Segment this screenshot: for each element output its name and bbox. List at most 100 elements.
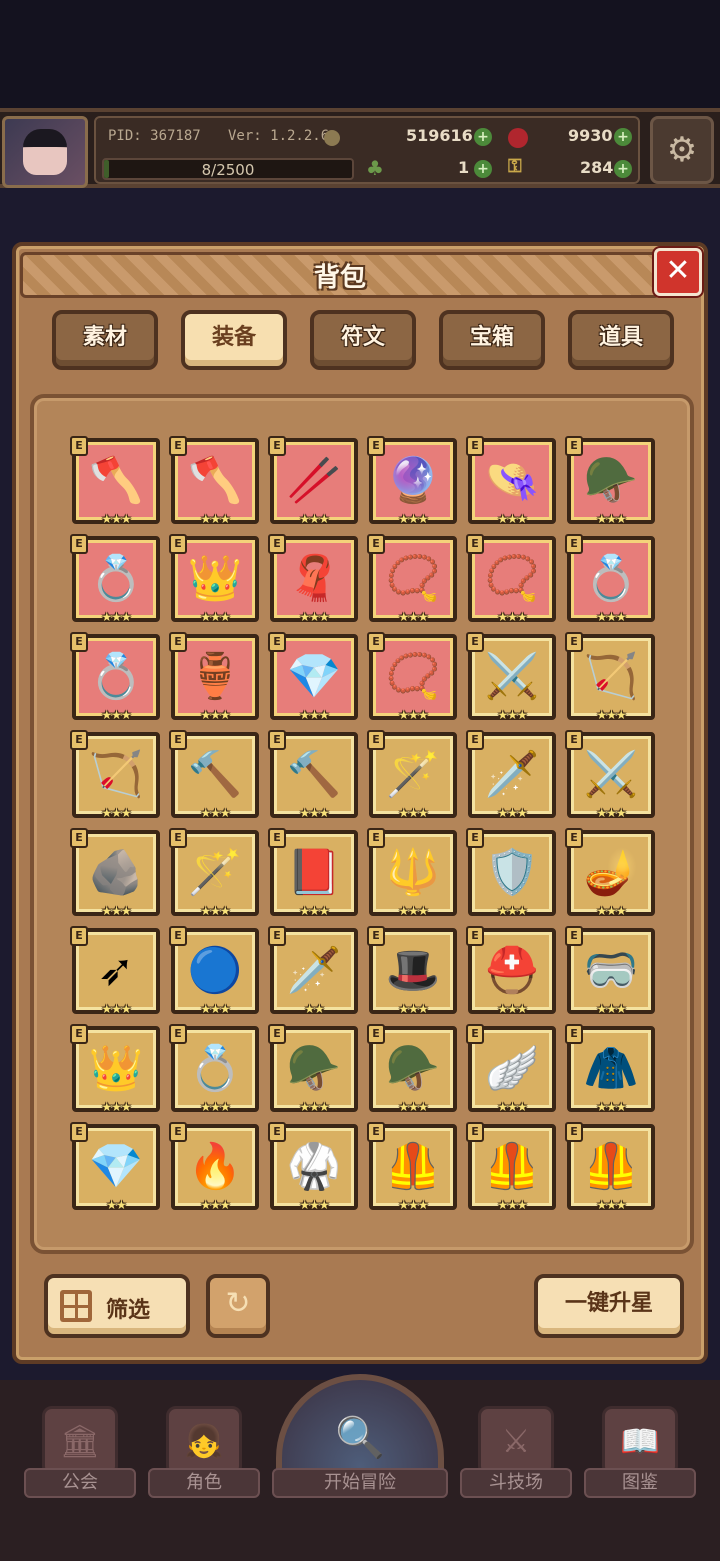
inventory-slot[interactable]: E 🪖 ★★★ — [268, 1024, 358, 1114]
inventory-slot[interactable]: E ➶ ★★★ — [70, 926, 160, 1016]
add-gold-icon[interactable]: + — [474, 128, 492, 146]
inventory-slot[interactable]: E 💎 ★★ — [70, 1122, 160, 1212]
one-click-star-up-button[interactable]: 一键升星 — [534, 1274, 684, 1338]
star-rating: ★★★ — [596, 610, 626, 624]
inventory-slot[interactable]: E 🗡️ ★★ — [268, 926, 358, 1016]
inventory-slot[interactable]: E 📿 ★★★ — [367, 632, 457, 722]
inventory-slot[interactable]: E 🔱 ★★★ — [367, 828, 457, 918]
war-hammer-icon: 🔨 — [286, 749, 342, 800]
equipped-badge: E — [565, 730, 583, 750]
star-rating: ★★★ — [299, 1198, 329, 1212]
player-avatar[interactable] — [2, 116, 88, 188]
star-rating: ★★★ — [398, 512, 428, 526]
inventory-slot[interactable]: E 🪖 ★★★ — [565, 436, 655, 526]
inventory-slot[interactable]: E 💎 ★★★ — [268, 632, 358, 722]
inventory-slot[interactable]: E ⚔️ ★★★ — [466, 632, 556, 722]
inventory-slot[interactable]: E 🥽 ★★★ — [565, 926, 655, 1016]
bag-title: 背包 — [313, 262, 366, 293]
bag-tabs: 素材 装备 符文 宝箱 道具 — [52, 310, 676, 372]
inventory-slot[interactable]: E 👑 ★★★ — [169, 534, 259, 624]
star-rating: ★★★ — [200, 806, 230, 820]
inventory-slot[interactable]: E 🔨 ★★★ — [169, 730, 259, 820]
inventory-slot[interactable]: E 🪔 ★★★ — [565, 828, 655, 918]
equipped-badge: E — [169, 828, 187, 848]
inventory-grid: E 🪓 ★★★ E 🪓 ★★★ E 🥢 ★★★ E 🔮 ★★★ E 👒 ★★★ E 🪖 ★★★ E 💍 ★★★ E 👑 ★★★… — [70, 436, 662, 1212]
key-count: 284 — [580, 158, 614, 177]
inventory-slot[interactable]: E 🛡️ ★★★ — [466, 828, 556, 918]
inventory-slot[interactable]: E 🗡️ ★★★ — [466, 730, 556, 820]
star-rating: ★★★ — [101, 904, 131, 918]
inventory-slot[interactable]: E 💍 ★★★ — [565, 534, 655, 624]
inventory-slot[interactable]: E 💍 ★★★ — [70, 534, 160, 624]
inventory-slot[interactable]: E 🧣 ★★★ — [268, 534, 358, 624]
add-gem-icon[interactable]: + — [614, 128, 632, 146]
equipped-badge: E — [268, 730, 286, 750]
double-axe-icon: 🪓 — [88, 455, 144, 506]
inventory-slot[interactable]: E 📕 ★★★ — [268, 828, 358, 918]
refresh-button[interactable]: ↻ — [206, 1274, 270, 1338]
inventory-slot[interactable]: E 🔥 ★★★ — [169, 1122, 259, 1212]
inventory-slot[interactable]: E 💍 ★★★ — [169, 1024, 259, 1114]
inventory-slot[interactable]: E 🪓 ★★★ — [169, 436, 259, 526]
inventory-slot[interactable]: E 💍 ★★★ — [70, 632, 160, 722]
inventory-slot[interactable]: E 🦺 ★★★ — [466, 1122, 556, 1212]
star-rating: ★★★ — [101, 512, 131, 526]
arrow-icon: ➶ — [97, 945, 135, 996]
inventory-slot[interactable]: E 🏹 ★★★ — [70, 730, 160, 820]
tab-runes[interactable]: 符文 — [310, 310, 416, 370]
inventory-slot[interactable]: E ⛑️ ★★★ — [466, 926, 556, 1016]
inventory-slot[interactable]: E 🎩 ★★★ — [367, 926, 457, 1016]
inventory-slot[interactable]: E 🥢 ★★★ — [268, 436, 358, 526]
tab-materials[interactable]: 素材 — [52, 310, 158, 370]
inventory-slot[interactable]: E 🦺 ★★★ — [367, 1122, 457, 1212]
equipped-badge: E — [268, 436, 286, 456]
inventory-slot[interactable]: E 🪓 ★★★ — [70, 436, 160, 526]
bow-icon: 🏹 — [583, 651, 639, 702]
inventory-slot[interactable]: E 🪽 ★★★ — [466, 1024, 556, 1114]
star-rating: ★★★ — [200, 904, 230, 918]
star-rating: ★★★ — [200, 1198, 230, 1212]
gold-robe-icon: 🥋 — [286, 1141, 342, 1192]
inventory-slot[interactable]: E 🏺 ★★★ — [169, 632, 259, 722]
inventory-slot[interactable]: E 🦺 ★★★ — [565, 1122, 655, 1212]
clover-icon: ♣ — [366, 156, 384, 180]
inventory-slot[interactable]: E 🔮 ★★★ — [367, 436, 457, 526]
tab-equipment[interactable]: 装备 — [181, 310, 287, 370]
inventory-slot[interactable]: E 🔵 ★★★ — [169, 926, 259, 1016]
nav-codex[interactable]: 📖 图鉴 — [584, 1386, 696, 1506]
nav-guild[interactable]: 🏛 公会 — [24, 1386, 136, 1506]
inventory-slot[interactable]: E 🪄 ★★★ — [169, 828, 259, 918]
close-button[interactable]: ✕ — [654, 248, 702, 296]
filter-button[interactable]: 筛选 — [44, 1274, 190, 1338]
inventory-slot[interactable]: E 📿 ★★★ — [367, 534, 457, 624]
inventory-slot[interactable]: E 🥋 ★★★ — [268, 1122, 358, 1212]
player-info-panel: PID: 367187 Ver: 1.2.2.6 519616 + 9930 +… — [94, 116, 640, 184]
nav-start-adventure[interactable]: 🔍 开始冒险 — [272, 1386, 448, 1506]
golden-scepter-icon: 🪄 — [385, 749, 441, 800]
star-rating: ★★★ — [596, 1002, 626, 1016]
star-rating: ★★★ — [497, 512, 527, 526]
short-sword-icon: 🗡️ — [286, 945, 342, 996]
nav-character-label: 角色 — [148, 1468, 260, 1498]
inventory-slot[interactable]: E ⚔️ ★★★ — [565, 730, 655, 820]
equipped-badge: E — [367, 632, 385, 652]
inventory-slot[interactable]: E 🪖 ★★★ — [367, 1024, 457, 1114]
tab-chests[interactable]: 宝箱 — [439, 310, 545, 370]
star-rating: ★★★ — [596, 806, 626, 820]
nav-character[interactable]: 👧 角色 — [148, 1386, 260, 1506]
bag-action-bar: 筛选 ↻ 一键升星 — [36, 1270, 688, 1350]
add-key-icon[interactable]: + — [614, 160, 632, 178]
inventory-slot[interactable]: E 👑 ★★★ — [70, 1024, 160, 1114]
tab-items[interactable]: 道具 — [568, 310, 674, 370]
inventory-slot[interactable]: E 📿 ★★★ — [466, 534, 556, 624]
inventory-slot[interactable]: E 🧥 ★★★ — [565, 1024, 655, 1114]
add-clover-icon[interactable]: + — [474, 160, 492, 178]
inventory-slot[interactable]: E 🏹 ★★★ — [565, 632, 655, 722]
vase-icon: 🏺 — [187, 651, 243, 702]
inventory-slot[interactable]: E 👒 ★★★ — [466, 436, 556, 526]
settings-button[interactable]: ⚙ — [650, 116, 714, 184]
inventory-slot[interactable]: E 🪨 ★★★ — [70, 828, 160, 918]
inventory-slot[interactable]: E 🔨 ★★★ — [268, 730, 358, 820]
inventory-slot[interactable]: E 🪄 ★★★ — [367, 730, 457, 820]
nav-arena[interactable]: ⚔ 斗技场 — [460, 1386, 572, 1506]
